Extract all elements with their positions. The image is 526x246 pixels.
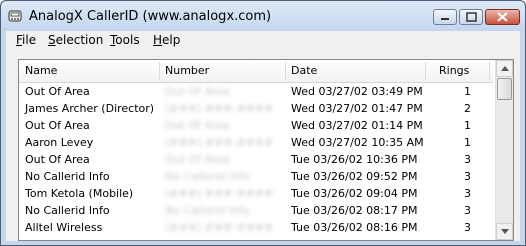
close-icon bbox=[497, 12, 508, 22]
chevron-up-icon bbox=[501, 66, 509, 71]
scroll-down-button[interactable] bbox=[496, 223, 513, 240]
cell-rings: 1 bbox=[464, 85, 471, 98]
menu-help[interactable]: Help bbox=[153, 33, 180, 47]
cell-number: (###) ###-#### bbox=[165, 136, 274, 149]
column-divider[interactable] bbox=[159, 62, 160, 80]
window-title: AnalogX CallerID (www.analogx.com) bbox=[29, 9, 272, 24]
menu-selection[interactable]: Selection bbox=[48, 33, 103, 47]
cell-name: Out Of Area bbox=[25, 153, 90, 166]
cell-name: Out Of Area bbox=[25, 85, 90, 98]
cell-rings: 3 bbox=[464, 153, 471, 166]
cell-name: James Archer (Director) bbox=[25, 102, 155, 115]
cell-date: Tue 03/26/02 10:36 PM bbox=[291, 153, 418, 166]
cell-rings: 2 bbox=[464, 102, 471, 115]
cell-name: No Callerid Info bbox=[25, 204, 110, 217]
caller-list[interactable]: Name Number Date Rings Out Of Area Out O… bbox=[18, 59, 514, 241]
cell-date: Wed 03/27/02 03:49 PM bbox=[291, 85, 423, 98]
cell-rings: 3 bbox=[464, 187, 471, 200]
menu-tools-label: ools bbox=[115, 33, 140, 47]
column-header-number[interactable]: Number bbox=[165, 60, 209, 82]
cell-date: Wed 03/27/02 01:47 PM bbox=[291, 102, 423, 115]
menu-tools[interactable]: Tools bbox=[110, 33, 140, 47]
maximize-icon bbox=[466, 12, 477, 22]
table-row[interactable]: Out Of Area Out Of Area Tue 03/26/02 10:… bbox=[19, 151, 493, 168]
chevron-down-icon bbox=[501, 229, 509, 234]
column-header-name[interactable]: Name bbox=[25, 60, 57, 82]
cell-number: No Callerid Info bbox=[165, 170, 250, 183]
table-row[interactable]: Aaron Levey (###) ###-#### Wed 03/27/02 … bbox=[19, 134, 493, 151]
column-header-rings[interactable]: Rings bbox=[439, 60, 469, 82]
menu-file[interactable]: File bbox=[16, 33, 36, 47]
column-divider[interactable] bbox=[425, 62, 426, 80]
column-header-date[interactable]: Date bbox=[291, 60, 317, 82]
cell-name: Out Of Area bbox=[25, 119, 90, 132]
cell-date: Tue 03/26/02 09:04 PM bbox=[291, 187, 418, 200]
minimize-icon bbox=[441, 18, 449, 20]
table-row[interactable]: Out Of Area Out Of Area Wed 03/27/02 03:… bbox=[19, 83, 493, 100]
cell-name: Tom Ketola (Mobile) bbox=[25, 187, 134, 200]
cell-number: No Callerid Info bbox=[165, 204, 250, 217]
table-row[interactable]: Alltel Wireless (###) ###-#### Tue 03/26… bbox=[19, 219, 493, 236]
list-header: Name Number Date Rings bbox=[19, 60, 493, 83]
phone-app-icon bbox=[8, 10, 22, 22]
table-row[interactable]: James Archer (Director) (###) ###-#### W… bbox=[19, 100, 493, 117]
menu-selection-label: election bbox=[55, 33, 104, 47]
cell-rings: 1 bbox=[464, 136, 471, 149]
menu-file-label: ile bbox=[22, 33, 37, 47]
table-row[interactable]: No Callerid Info No Callerid Info Tue 03… bbox=[19, 168, 493, 185]
cell-number: (###) ###-#### bbox=[165, 102, 274, 115]
table-row[interactable]: No Callerid Info No Callerid Info Tue 03… bbox=[19, 202, 493, 219]
cell-name: Alltel Wireless bbox=[25, 221, 103, 234]
menu-help-label: elp bbox=[162, 33, 181, 47]
app-window: AnalogX CallerID (www.analogx.com) File … bbox=[0, 0, 526, 246]
cell-rings: 3 bbox=[464, 221, 471, 234]
cell-date: Tue 03/26/02 09:52 PM bbox=[291, 170, 418, 183]
cell-date: Wed 03/27/02 01:14 PM bbox=[291, 119, 423, 132]
menu-selection-mnemonic: S bbox=[48, 33, 56, 47]
cell-number: Out Of Area bbox=[165, 119, 230, 132]
cell-number: Out Of Area bbox=[165, 85, 230, 98]
cell-date: Tue 03/26/02 08:16 PM bbox=[291, 221, 418, 234]
column-divider[interactable] bbox=[489, 62, 490, 80]
title-bar[interactable]: AnalogX CallerID (www.analogx.com) bbox=[1, 1, 525, 31]
cell-date: Wed 03/27/02 10:35 AM bbox=[291, 136, 424, 149]
cell-number: Out Of Area bbox=[165, 153, 230, 166]
cell-name: No Callerid Info bbox=[25, 170, 110, 183]
cell-rings: 3 bbox=[464, 204, 471, 217]
cell-name: Aaron Levey bbox=[25, 136, 94, 149]
table-row[interactable]: Tom Ketola (Mobile) (###) ###-#### Tue 0… bbox=[19, 185, 493, 202]
menu-help-mnemonic: H bbox=[153, 33, 163, 47]
column-divider[interactable] bbox=[285, 62, 286, 80]
maximize-button[interactable] bbox=[459, 9, 483, 25]
cell-rings: 1 bbox=[464, 119, 471, 132]
vertical-scrollbar[interactable] bbox=[495, 60, 513, 240]
cell-date: Tue 03/26/02 08:17 PM bbox=[291, 204, 418, 217]
minimize-button[interactable] bbox=[433, 9, 457, 25]
scroll-up-button[interactable] bbox=[496, 60, 513, 77]
cell-rings: 3 bbox=[464, 170, 471, 183]
menu-bar: File Selection Tools Help bbox=[6, 31, 520, 49]
client-area: Name Number Date Rings Out Of Area Out O… bbox=[6, 49, 520, 241]
table-row[interactable]: Out Of Area Out Of Area Wed 03/27/02 01:… bbox=[19, 117, 493, 134]
scroll-thumb[interactable] bbox=[497, 78, 512, 100]
close-button[interactable] bbox=[485, 9, 520, 25]
cell-number: (###) ###-#### bbox=[165, 221, 274, 234]
cell-number: (###) ###-#### bbox=[165, 187, 274, 200]
